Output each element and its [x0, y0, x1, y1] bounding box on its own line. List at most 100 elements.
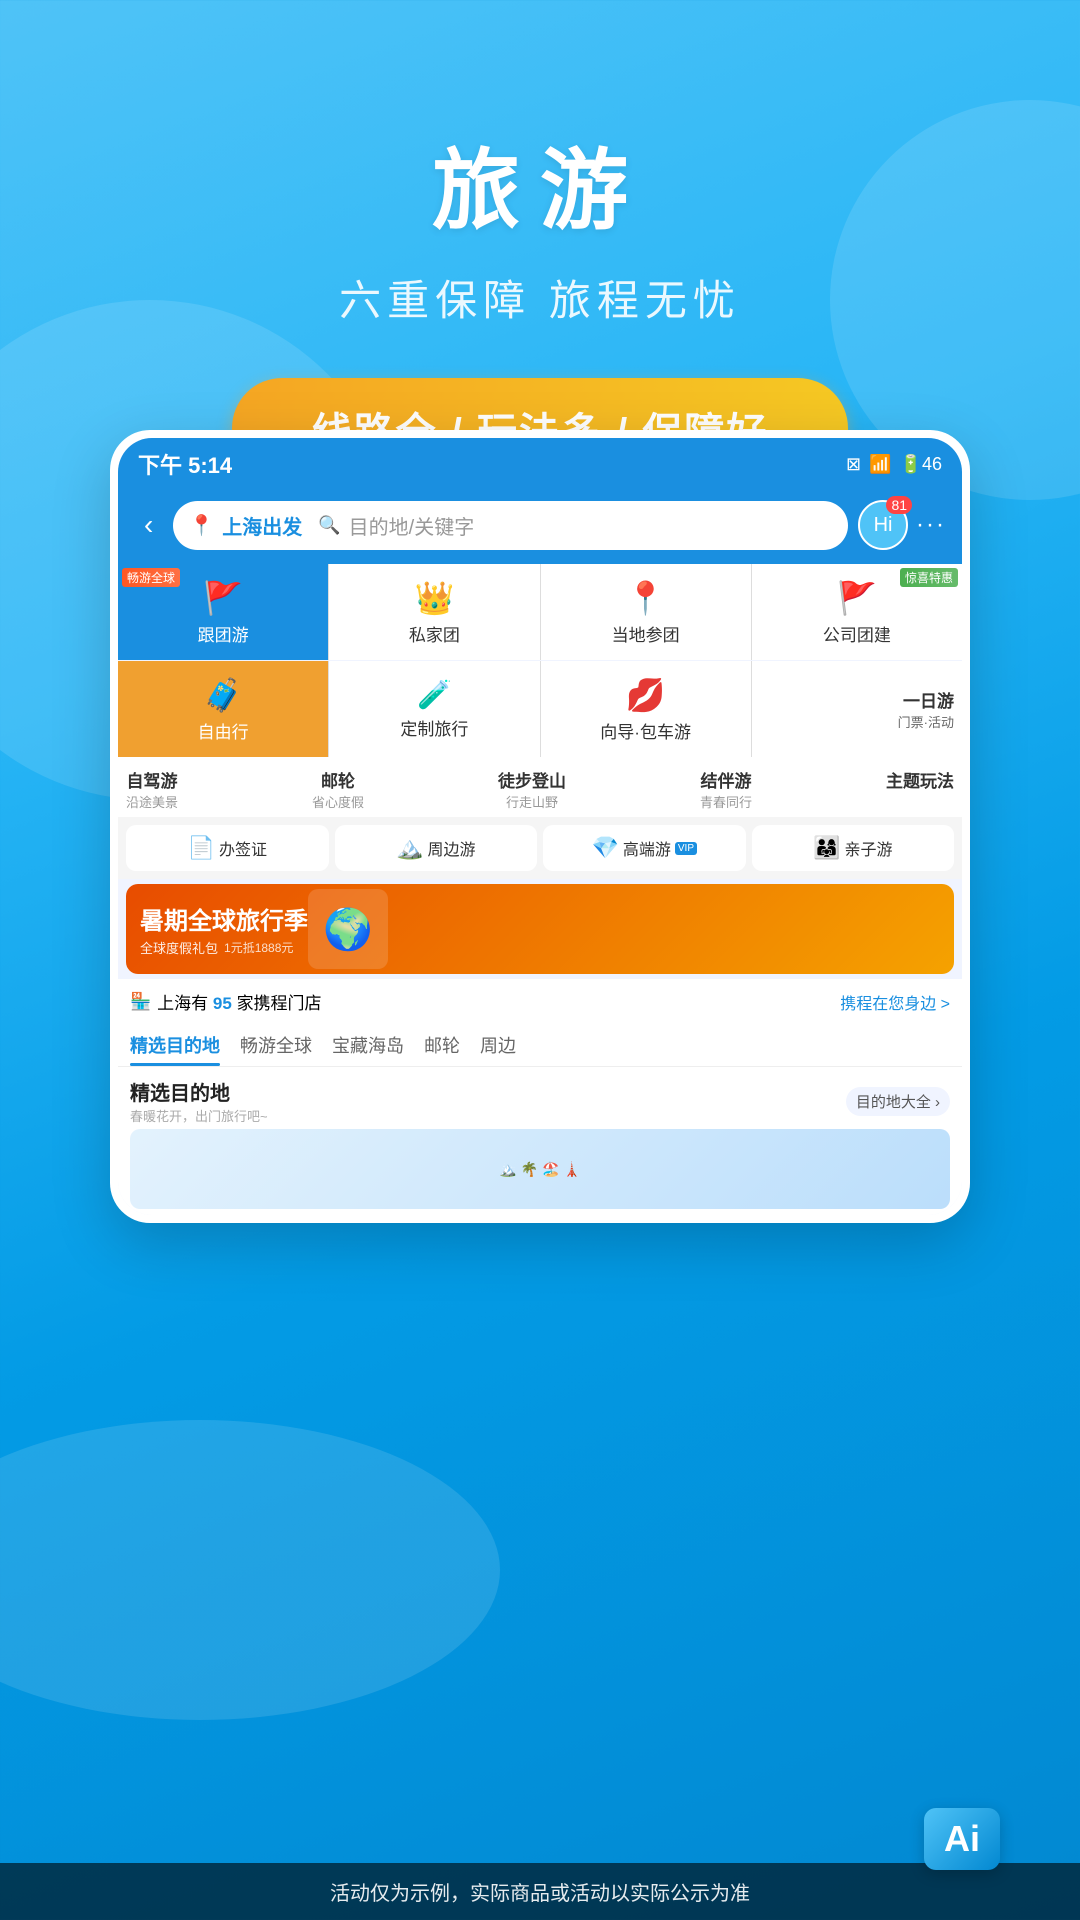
yl-label: 邮轮 — [321, 767, 355, 792]
store-count: 95 — [213, 994, 232, 1013]
store-info-row: 🏪 上海有 95 家携程门店 携程在您身边 > — [118, 979, 962, 1024]
ddc-label: 当地参团 — [612, 621, 680, 646]
store-text1: 上海有 — [157, 994, 208, 1013]
tbds-label: 徒步登山 — [498, 767, 566, 792]
wifi-icon: 📶 — [869, 454, 891, 475]
jby-sub: 青春同行 — [700, 792, 752, 811]
qzy-label: 亲子游 — [844, 836, 892, 860]
small-item-zjy[interactable]: 自驾游 沿途美景 — [126, 767, 178, 811]
small-item-yl[interactable]: 邮轮 省心度假 — [312, 767, 364, 811]
store-text2: 家携程门店 — [237, 994, 322, 1013]
zby-icon: 🏔️ — [396, 835, 423, 861]
banner-sub: 全球度假礼包 — [140, 938, 218, 957]
small-item-ztws[interactable]: 主题玩法 — [886, 767, 954, 811]
phone-mockup: 下午 5:14 ⊠ 📶 🔋46 ‹ 📍 上海出发 🔍 目的地/关键字 — [110, 430, 970, 1223]
category-grid-row1: 畅游全球 🚩 跟团游 👑 私家团 📍 当地参团 — [118, 564, 962, 660]
gsj-label: 公司团建 — [823, 621, 891, 646]
xdbcy-label: 向导·包车游 — [600, 718, 691, 743]
qzy-icon: 👨‍👩‍👧 — [813, 835, 840, 861]
grid-item-yry[interactable]: 一日游 门票·活动 — [752, 661, 962, 757]
tab-cyqb[interactable]: 畅游全球 — [240, 1032, 312, 1066]
grid-item-dzlx[interactable]: 🧪 定制旅行 — [329, 661, 539, 757]
status-icons: ⊠ 📶 🔋46 — [846, 454, 942, 475]
nav-bar: ‹ 📍 上海出发 🔍 目的地/关键字 Hi 81 ··· — [118, 490, 962, 564]
more-button[interactable]: ··· — [916, 511, 946, 539]
gdy-icon: 💎 — [591, 835, 618, 861]
banner-illustration: 🌍 — [308, 889, 388, 969]
grid-item-grt[interactable]: 畅游全球 🚩 跟团游 — [118, 564, 328, 660]
phone-screen: 下午 5:14 ⊠ 📶 🔋46 ‹ 📍 上海出发 🔍 目的地/关键字 — [118, 438, 962, 1215]
sec-item-bqz[interactable]: 📄 办签证 — [126, 825, 329, 871]
pjt-label: 私家团 — [409, 621, 460, 646]
ai-badge-area[interactable]: Ai — [924, 1808, 1000, 1870]
featured-all-button[interactable]: 目的地大全 › — [846, 1087, 950, 1116]
tab-jsmdd[interactable]: 精选目的地 — [130, 1032, 220, 1066]
nav-actions: Hi 81 ··· — [858, 500, 946, 550]
destination-preview: 🏔️ 🌴 🏖️ 🗼 — [130, 1129, 950, 1209]
zby-label: 周边游 — [427, 836, 475, 860]
search-placeholder: 目的地/关键字 — [349, 511, 475, 540]
category-tabs: 精选目的地 畅游全球 宝藏海岛 邮轮 周边 — [118, 1024, 962, 1067]
page-title: 旅游 — [0, 120, 1080, 247]
yry-label: 一日游 — [903, 687, 954, 712]
ddc-icon: 📍 — [626, 579, 666, 617]
status-time: 下午 5:14 — [138, 448, 232, 480]
zjy-label: 自驾游 — [127, 767, 178, 792]
sec-item-gdy[interactable]: 💎 高端游 VIP — [543, 825, 746, 871]
featured-title: 精选目的地 — [130, 1077, 268, 1106]
grid-item-gsj[interactable]: 惊喜特惠 🚩 公司团建 — [752, 564, 962, 660]
yry-sub: 门票·活动 — [898, 712, 954, 731]
search-bar[interactable]: 📍 上海出发 🔍 目的地/关键字 — [173, 501, 848, 550]
bqz-icon: 📄 — [188, 835, 215, 861]
secondary-items-row: 📄 办签证 🏔️ 周边游 💎 高端游 VIP 👨‍👩‍👧 亲子游 — [118, 817, 962, 879]
location-icon: 📍 — [189, 513, 214, 538]
header-section: 旅游 六重保障 旅程无忧 线路全 / 玩法多 / 保障好 — [0, 0, 1080, 480]
avatar-button[interactable]: Hi 81 — [858, 500, 908, 550]
status-bar: 下午 5:14 ⊠ 📶 🔋46 — [118, 438, 962, 490]
disclaimer-text: 活动仅为示例，实际商品或活动以实际公示为准 — [330, 1883, 750, 1905]
tbds-sub: 行走山野 — [506, 792, 558, 811]
zyx-icon: 🧳 — [203, 676, 243, 714]
promo-banner[interactable]: 暑期全球旅行季 全球度假礼包 1元抵1888元 🌍 — [126, 884, 954, 974]
bqz-label: 办签证 — [219, 836, 267, 860]
banner-promo: 1元抵1888元 — [224, 939, 293, 956]
banner-title: 暑期全球旅行季 — [140, 901, 308, 936]
small-items-row: 自驾游 沿途美景 邮轮 省心度假 徒步登山 行走山野 结伴游 青春同行 — [118, 757, 962, 817]
banner-text: 暑期全球旅行季 全球度假礼包 1元抵1888元 — [140, 901, 308, 957]
search-from: 上海出发 — [222, 511, 302, 540]
phone-content: 畅游全球 🚩 跟团游 👑 私家团 📍 当地参团 — [118, 564, 962, 1215]
header-subtitle: 六重保障 旅程无忧 — [0, 267, 1080, 328]
phone-frame: 下午 5:14 ⊠ 📶 🔋46 ‹ 📍 上海出发 🔍 目的地/关键字 — [110, 430, 970, 1223]
tag-jingxi: 惊喜特惠 — [900, 568, 958, 587]
store-text: 上海有 95 家携程门店 — [157, 989, 321, 1014]
dzlx-icon: 🧪 — [417, 678, 452, 711]
grt-icon: 🚩 — [203, 579, 243, 617]
store-link[interactable]: 携程在您身边 > — [840, 990, 950, 1014]
featured-section: 精选目的地 春暖花开，出门旅行吧~ 目的地大全 › 🏔️ 🌴 🏖️ 🗼 — [118, 1067, 962, 1215]
zjy-sub: 沿途美景 — [126, 792, 178, 811]
small-item-jby[interactable]: 结伴游 青春同行 — [700, 767, 752, 811]
tab-zb[interactable]: 周边 — [480, 1032, 516, 1066]
grid-item-ddc[interactable]: 📍 当地参团 — [541, 564, 751, 660]
category-grid-row2: 🧳 自由行 🧪 定制旅行 💋 向导·包车游 一日游 — [118, 661, 962, 757]
sec-item-zby[interactable]: 🏔️ 周边游 — [335, 825, 538, 871]
tab-bzhy[interactable]: 宝藏海岛 — [332, 1032, 404, 1066]
back-button[interactable]: ‹ — [134, 505, 163, 545]
pjt-icon: 👑 — [414, 579, 454, 617]
store-left: 🏪 上海有 95 家携程门店 — [130, 989, 322, 1014]
sec-item-qzy[interactable]: 👨‍👩‍👧 亲子游 — [752, 825, 955, 871]
gdy-label: 高端游 — [623, 836, 671, 860]
grid-item-pjt[interactable]: 👑 私家团 — [329, 564, 539, 660]
grid-item-xdbcy[interactable]: 💋 向导·包车游 — [541, 661, 751, 757]
featured-header: 精选目的地 春暖花开，出门旅行吧~ 目的地大全 › — [130, 1077, 950, 1125]
bg-decoration-3 — [0, 1420, 500, 1720]
featured-header-left: 精选目的地 春暖花开，出门旅行吧~ — [130, 1077, 268, 1125]
screen-record-icon: ⊠ — [846, 454, 861, 475]
small-item-tbds[interactable]: 徒步登山 行走山野 — [498, 767, 566, 811]
ai-badge[interactable]: Ai — [924, 1808, 1000, 1870]
tag-changyu: 畅游全球 — [122, 568, 180, 587]
xdbcy-icon: 💋 — [626, 676, 666, 714]
featured-subtitle: 春暖花开，出门旅行吧~ — [130, 1106, 268, 1125]
grid-item-zyx[interactable]: 🧳 自由行 — [118, 661, 328, 757]
tab-yl[interactable]: 邮轮 — [424, 1032, 460, 1066]
